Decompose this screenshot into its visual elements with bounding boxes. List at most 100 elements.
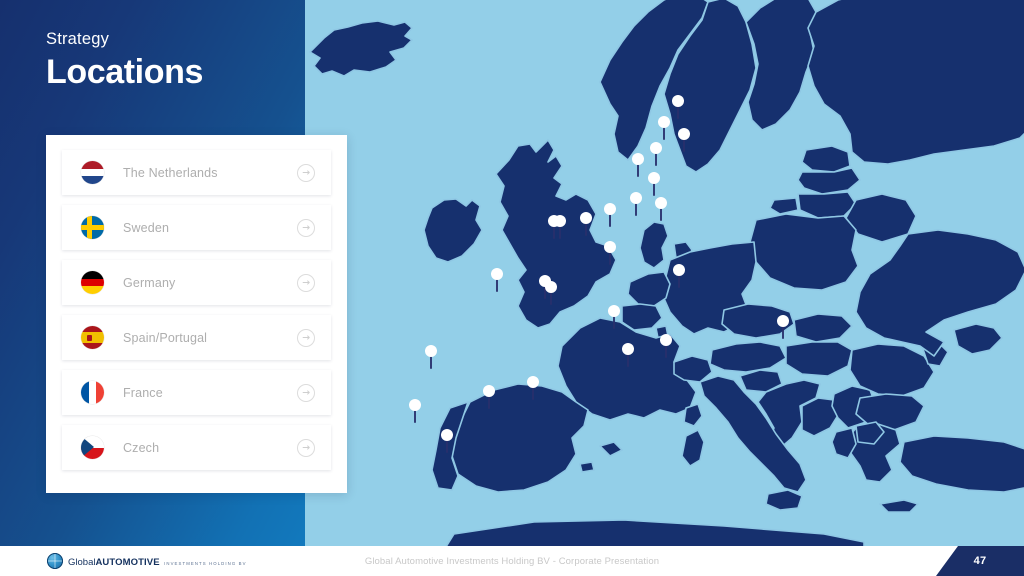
location-label: Spain/Portugal — [123, 330, 208, 345]
island-balearics — [599, 441, 623, 457]
country-russia — [807, 0, 1024, 165]
arrow-right-circle-icon[interactable] — [297, 328, 315, 347]
map-pin-stem — [613, 315, 615, 329]
island-sicily — [765, 489, 803, 511]
map-pin — [425, 345, 437, 369]
map-pin — [660, 334, 672, 358]
map-pin — [409, 399, 421, 423]
netherlands-flag-icon — [81, 161, 104, 184]
france-flag-icon — [81, 381, 104, 404]
arrow-right-circle-icon[interactable] — [297, 273, 315, 292]
country-switzerland — [673, 355, 713, 383]
arrow-right-circle-icon[interactable] — [297, 218, 315, 237]
map-pin-stem — [653, 182, 655, 196]
map-pin-dot — [545, 281, 557, 293]
location-label: Czech — [123, 440, 160, 455]
island-corsica — [683, 403, 703, 427]
country-estonia — [801, 145, 851, 173]
map-pin-dot — [491, 268, 503, 280]
map-pin-stem — [782, 325, 784, 339]
map-pin-dot — [658, 116, 670, 128]
arrow-right-circle-icon[interactable] — [297, 438, 315, 457]
country-turkey — [899, 435, 1024, 493]
footer-caption-text: Global Automotive Investments Holding BV… — [364, 555, 660, 567]
map-pin-dot — [630, 192, 642, 204]
map-pin — [678, 128, 690, 152]
country-belarus — [845, 193, 917, 243]
location-row-france[interactable]: France — [62, 370, 331, 415]
map-pin-dot — [632, 153, 644, 165]
country-great-britain — [495, 139, 617, 329]
map-pin-dot — [678, 128, 690, 140]
location-row-sweden[interactable]: Sweden — [62, 205, 331, 250]
map-pin — [622, 343, 634, 367]
map-pin — [545, 281, 557, 305]
country-netherlands — [627, 271, 671, 307]
map-pin-dot — [777, 315, 789, 327]
map-pin-stem — [532, 386, 534, 400]
map-pin-stem — [609, 213, 611, 227]
map-pin — [483, 385, 495, 409]
location-label: Germany — [123, 275, 176, 290]
map-pin-dot — [660, 334, 672, 346]
map-pin-stem — [678, 274, 680, 288]
country-denmark — [639, 221, 669, 269]
map-pin-stem — [637, 163, 639, 177]
map-pin — [632, 153, 644, 177]
location-row-spain-portugal[interactable]: Spain/Portugal — [62, 315, 331, 360]
map-pin — [441, 429, 453, 453]
arrow-right-circle-icon[interactable] — [297, 163, 315, 182]
map-pin-dot — [622, 343, 634, 355]
country-austria — [709, 341, 787, 373]
country-ireland — [423, 198, 483, 263]
map-pin — [672, 95, 684, 119]
arrow-right-circle-icon[interactable] — [297, 383, 315, 402]
map-pin-dot — [527, 376, 539, 388]
map-pin — [554, 215, 566, 239]
country-spain — [451, 383, 589, 493]
island-sardinia — [681, 429, 705, 467]
map-pin-stem — [635, 202, 637, 216]
location-row-the-netherlands[interactable]: The Netherlands — [62, 150, 331, 195]
map-pin-dot — [554, 215, 566, 227]
location-label: France — [123, 385, 163, 400]
map-pin-dot — [648, 172, 660, 184]
region-north-africa — [445, 519, 865, 546]
map-pin-stem — [496, 278, 498, 292]
sweden-flag-icon — [81, 216, 104, 239]
map-pin — [650, 142, 662, 166]
map-pin — [527, 376, 539, 400]
map-pin-stem — [665, 344, 667, 358]
map-pin-dot — [673, 264, 685, 276]
map-pin-stem — [414, 409, 416, 423]
map-pin-stem — [430, 355, 432, 369]
island-crete — [879, 499, 919, 513]
map-pin-stem — [609, 251, 611, 265]
map-pin-dot — [655, 197, 667, 209]
location-label: The Netherlands — [123, 165, 218, 180]
czech-flag-icon — [81, 436, 104, 459]
island-ibiza — [579, 461, 595, 473]
location-row-germany[interactable]: Germany — [62, 260, 331, 305]
map-pin — [630, 192, 642, 216]
map-pin-stem — [627, 353, 629, 367]
map-pin-dot — [425, 345, 437, 357]
country-poland — [749, 213, 859, 291]
country-finland — [745, 0, 817, 131]
country-slovakia — [793, 313, 853, 343]
page-title: Locations — [46, 52, 203, 91]
map-pin-stem — [677, 105, 679, 119]
page-number: 47 — [973, 555, 987, 567]
map-pin-stem — [683, 138, 685, 152]
map-pin-stem — [446, 439, 448, 453]
map-pin — [580, 212, 592, 236]
map-pin-dot — [604, 203, 616, 215]
map-pin-dot — [608, 305, 620, 317]
map-pin — [604, 241, 616, 265]
eyebrow-label: Strategy — [46, 30, 110, 48]
footer: GlobalAUTOMOTIVE INVESTMENTS HOLDING BV … — [0, 546, 1024, 576]
location-row-czech[interactable]: Czech — [62, 425, 331, 470]
map-pin — [655, 197, 667, 221]
country-iceland — [309, 20, 413, 77]
map-pin-stem — [559, 225, 561, 239]
